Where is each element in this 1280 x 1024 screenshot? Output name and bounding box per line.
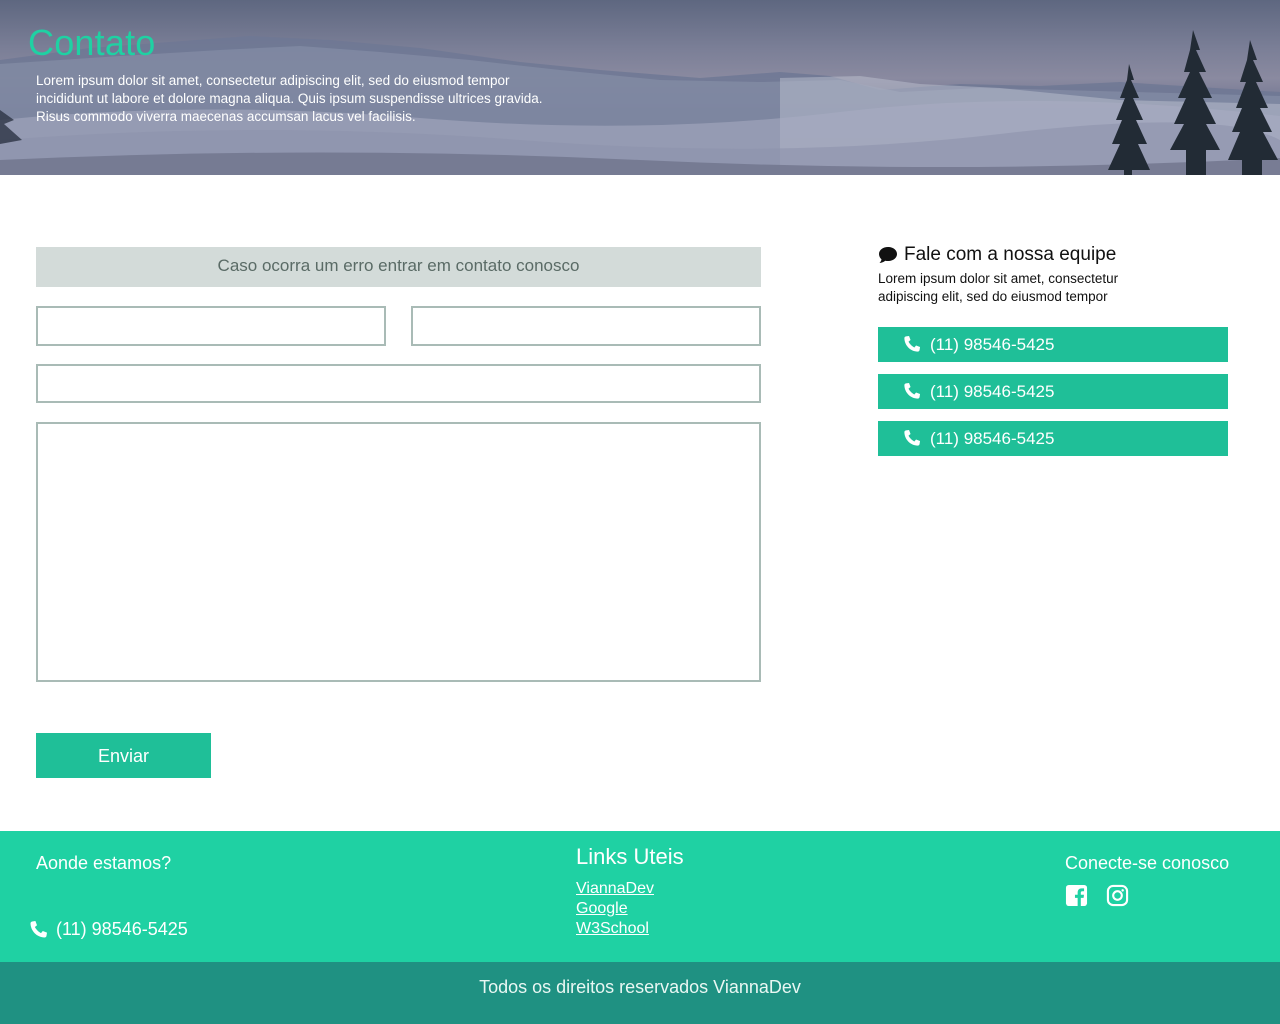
first-field-wrapper [36, 306, 386, 346]
second-field-wrapper [411, 306, 761, 346]
footer-location-title: Aonde estamos? [36, 853, 172, 873]
send-button[interactable]: Enviar [36, 733, 211, 778]
phone-number: (11) 98546-5425 [930, 334, 1055, 354]
footer-links-title: Links Uteis [576, 844, 684, 869]
phone-icon [30, 920, 47, 937]
footer-phone-number: (11) 98546-5425 [56, 919, 188, 939]
phone-number: (11) 98546-5425 [930, 381, 1055, 401]
hero-description: Lorem ipsum dolor sit amet, consectetur … [36, 73, 543, 124]
team-title: Fale com a nossa equipe [904, 244, 1117, 265]
footer-phone: (11) 98546-5425 [28, 919, 188, 940]
phone-number: (11) 98546-5425 [930, 428, 1055, 448]
phone-icon [904, 335, 921, 352]
instagram-icon[interactable] [1106, 884, 1129, 907]
team-description: Lorem ipsum dolor sit amet, consectetur … [878, 271, 1119, 304]
footer-links: ViannaDev Google W3School [576, 879, 654, 939]
phone-button-3[interactable]: (11) 98546-5425 [878, 421, 1228, 456]
page-title: Contato [28, 22, 156, 63]
team-heading: Fale com a nossa equipe [878, 244, 1116, 266]
link-google[interactable]: Google [576, 899, 654, 919]
link-viannadev[interactable]: ViannaDev [576, 879, 654, 899]
message-textarea[interactable] [38, 424, 759, 680]
facebook-icon[interactable] [1065, 884, 1088, 907]
link-w3school[interactable]: W3School [576, 919, 654, 939]
copyright-bar: Todos os direitos reservados ViannaDev [0, 962, 1280, 1024]
phone-icon [904, 382, 921, 399]
third-input[interactable] [38, 366, 759, 401]
first-input[interactable] [38, 308, 384, 344]
error-info-banner: Caso ocorra um erro entrar em contato co… [36, 247, 761, 287]
message-field-wrapper [36, 422, 761, 682]
phone-button-1[interactable]: (11) 98546-5425 [878, 327, 1228, 362]
footer: Aonde estamos? (11) 98546-5425 Links Ute… [0, 831, 1280, 962]
phone-button-2[interactable]: (11) 98546-5425 [878, 374, 1228, 409]
second-input[interactable] [413, 308, 759, 344]
hero-banner: Contato Lorem ipsum dolor sit amet, cons… [0, 0, 1280, 175]
social-links [1065, 884, 1129, 907]
phone-icon [904, 429, 921, 446]
footer-connect-title: Conecte-se conosco [1065, 853, 1230, 873]
chat-bubble-icon [879, 247, 897, 263]
third-field-wrapper [36, 364, 761, 403]
